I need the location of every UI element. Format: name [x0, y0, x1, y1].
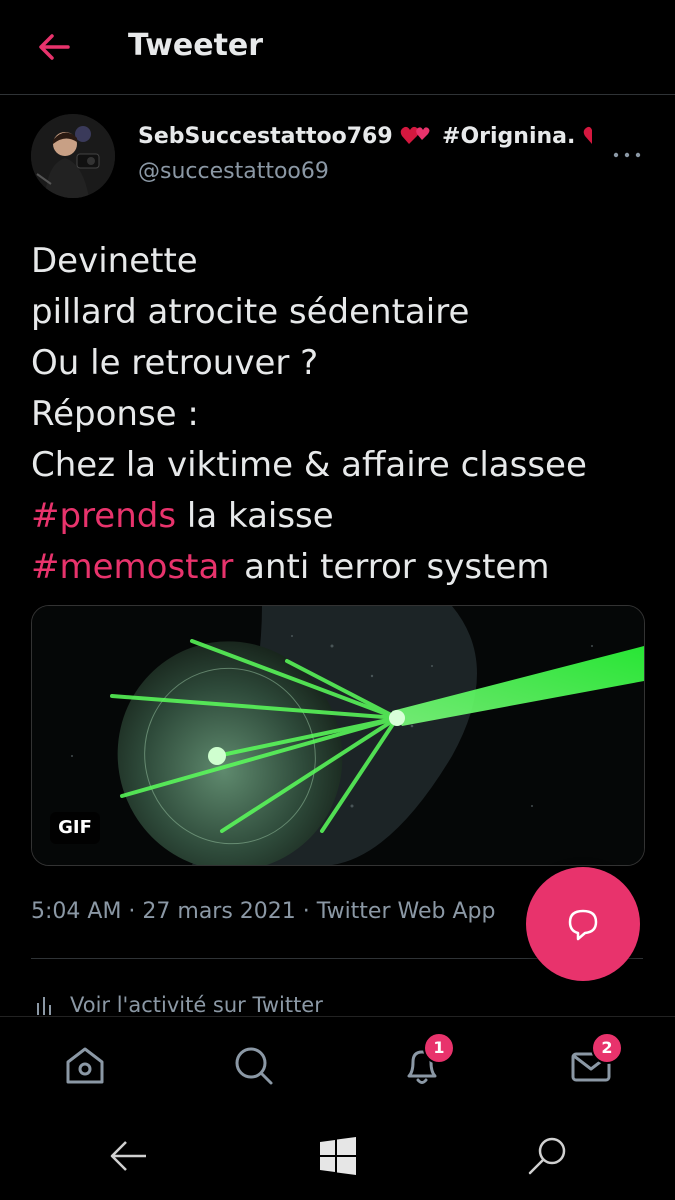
author-display-name[interactable]: SebSuccestattoo769 #Orignina. [138, 124, 601, 149]
hashtag-link[interactable]: #prends [31, 496, 176, 536]
hashtag-link[interactable]: #memostar [31, 547, 233, 587]
notifications-badge: 1 [423, 1032, 455, 1064]
windows-start-icon[interactable] [314, 1132, 362, 1180]
tweet-line-rest: anti terror system [233, 547, 550, 587]
display-name-text: SebSuccestattoo769 [138, 124, 393, 149]
system-back-icon[interactable] [104, 1132, 152, 1180]
reply-fab-button[interactable] [526, 867, 640, 981]
reply-bubble-icon [568, 909, 598, 941]
search-icon[interactable] [228, 1040, 278, 1090]
tweet-line: #prends la kaisse [31, 491, 587, 542]
tweet-gif-media[interactable] [31, 605, 645, 866]
ribbon-heart-emoji-icon [583, 124, 601, 149]
tweet-timestamp-source: 5:04 AM · 27 mars 2021 · Twitter Web App [31, 899, 496, 924]
page-title: Tweeter [128, 28, 264, 63]
hearts-emoji-icon [400, 124, 434, 149]
tweet-line: Réponse : [31, 394, 199, 434]
tweet-text: Devinette pillard atrocite sédentaire Ou… [31, 236, 587, 593]
home-icon[interactable] [60, 1040, 110, 1090]
messages-badge: 2 [591, 1032, 623, 1064]
tweet-line: Ou le retrouver ? [31, 343, 319, 383]
author-handle[interactable]: @succestattoo69 [138, 159, 329, 184]
app-header: Tweeter [0, 0, 675, 95]
gif-badge: GIF [50, 812, 100, 844]
avatar[interactable] [31, 114, 115, 198]
view-activity-link[interactable]: Voir l'activité sur Twitter [70, 993, 323, 1017]
tweet-line: Devinette [31, 241, 198, 281]
tweet-line: #memostar anti terror system [31, 542, 587, 593]
tweet-line: pillard atrocite sédentaire [31, 292, 470, 332]
system-search-icon[interactable] [524, 1132, 572, 1180]
activity-bars-icon [37, 997, 51, 1015]
tweet-line: Chez la viktime & affaire classee [31, 445, 587, 485]
tweet-line-rest: la kaisse [176, 496, 334, 536]
display-name-suffix: #Orignina. [442, 124, 576, 149]
back-arrow-icon[interactable] [34, 27, 74, 67]
more-options-icon[interactable] [612, 148, 642, 162]
